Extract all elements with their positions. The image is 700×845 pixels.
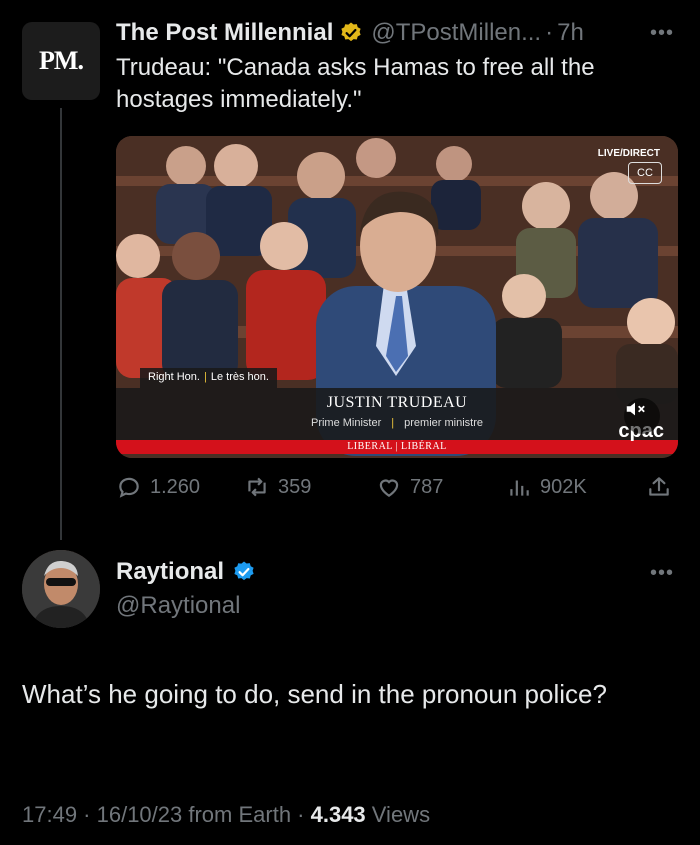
reply-header: Raytional [116, 558, 256, 586]
like-count: 787 [410, 475, 444, 498]
tweet-meta: 17:49 · 16/10/23 from Earth · 4.343 View… [22, 802, 430, 828]
thread-line [60, 108, 62, 540]
party-label: LIBERAL | LIBÉRAL [347, 441, 447, 452]
tweet-time[interactable]: 7h [557, 19, 584, 47]
title-left: Right Hon. [148, 371, 200, 383]
avatar[interactable] [22, 550, 100, 628]
tweet-text: What’s he going to do, send in the prono… [22, 679, 607, 709]
repost-count: 359 [278, 475, 312, 498]
separator-dot: · [545, 19, 554, 46]
action-bar: 1.260 359 787 902K [116, 474, 678, 504]
cc-icon[interactable]: CC [628, 162, 662, 184]
meta-views-label: Views [365, 802, 431, 827]
role-fr: premier ministre [404, 417, 483, 429]
tweet-media[interactable]: LIVE/DIRECT CC Right Hon. | Le très hon. J… [116, 136, 678, 458]
author-handle[interactable]: @TPostMillen... [371, 19, 541, 47]
tweet-text: Trudeau: "Canada asks Hamas to free all … [116, 54, 595, 113]
like-button[interactable]: 787 [376, 474, 443, 500]
speaker-name: JUSTIN TRUDEAU [326, 394, 468, 411]
speaker-role: Prime Minister | premier ministre [310, 417, 483, 429]
title-label: Right Hon. | Le très hon. [140, 368, 277, 388]
mute-icon [626, 402, 645, 416]
avatar-text: PM. [39, 46, 84, 75]
more-icon[interactable]: ••• [650, 22, 674, 45]
gold-verified-icon [341, 22, 361, 42]
avatar[interactable]: PM. [22, 22, 100, 100]
reply-button[interactable]: 1.260 [116, 474, 200, 500]
meta-time[interactable]: 17:49 · 16/10/23 from Earth · [22, 802, 311, 827]
reply-count: 1.260 [150, 475, 201, 498]
meta-views-count: 4.343 [310, 802, 366, 827]
avatar-photo [22, 550, 100, 628]
like-icon [379, 479, 399, 497]
live-tag: LIVE/DIRECT [597, 148, 660, 159]
views-count: 902K [540, 475, 587, 498]
more-icon[interactable]: ••• [650, 562, 674, 585]
repost-button[interactable]: 359 [244, 474, 311, 500]
author-name[interactable]: The Post Millennial [116, 19, 333, 47]
share-icon [649, 477, 669, 496]
tweet-header: The Post Millennial @TPostMillen... · 7h [116, 16, 584, 50]
author-handle[interactable]: @Raytional [116, 592, 240, 620]
blue-verified-icon [234, 561, 254, 581]
title-right: Le très hon. [210, 371, 269, 383]
views-button[interactable]: 902K [506, 474, 587, 500]
author-name[interactable]: Raytional [116, 558, 224, 586]
role-en: Prime Minister [310, 417, 382, 429]
reply-icon [119, 477, 139, 498]
repost-icon [248, 477, 266, 497]
mute-button[interactable] [624, 398, 660, 434]
views-icon [510, 480, 529, 496]
share-button[interactable] [646, 474, 680, 500]
